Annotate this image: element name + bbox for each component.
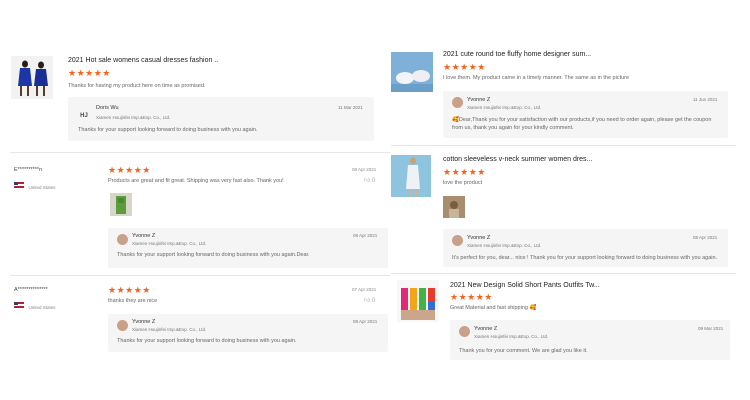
divider — [391, 273, 736, 274]
like-button[interactable]: 👍︎ 0 — [364, 296, 375, 304]
user-avatar-icon — [459, 326, 470, 337]
divider — [10, 152, 390, 153]
seller-reply: Yvonne Z Xiamen Houjinfei Imp.&Exp. Co.,… — [450, 320, 730, 360]
product-title[interactable]: cotton sleeveless v-neck summer women dr… — [443, 156, 592, 163]
review-text: love the product — [443, 180, 483, 186]
reply-text: Thanks for your support looking forward … — [78, 127, 258, 133]
reviewer-name: E**********n — [14, 167, 43, 173]
rating-stars: ★★★★★ — [108, 165, 151, 175]
reviewer-country: United States — [14, 176, 55, 194]
seller-reply: Yvonne Z Xiamen Houjinfei Imp.&Exp. Co.,… — [443, 91, 728, 138]
seller-name: Yvonne Z — [467, 235, 491, 241]
seller-reply: HJ Doris Wu Xiamen Houjinfei Imp.&Exp. C… — [68, 97, 374, 141]
product-title[interactable]: 2021 cute round toe fluffy home designer… — [443, 51, 591, 58]
thumbs-up-icon: 👍︎ — [364, 178, 371, 184]
seller-company: Xiamen Houjinfei Imp.&Exp. Co., Ltd. — [96, 115, 171, 120]
review-text: Products are great and fit great. Shippi… — [108, 178, 284, 184]
review-photo[interactable] — [443, 196, 465, 218]
rating-stars: ★★★★★ — [443, 62, 486, 72]
seller-company: Xiamen Houjinfei Imp.&Exp. Co., Ltd. — [467, 243, 542, 248]
divider — [10, 275, 390, 276]
seller-company: Xiamen Houjinfei Imp.&Exp. Co., Ltd. — [467, 105, 542, 110]
reply-text: from us, thank you again for your kindly… — [452, 125, 574, 131]
review-date: 07 Apr 2021 — [352, 287, 377, 292]
seller-name: Doris Wu — [96, 105, 119, 111]
rating-stars: ★★★★★ — [450, 292, 493, 302]
review-text: thanks they are nice — [108, 298, 158, 304]
reply-text: Thank you for your comment. We are glad … — [459, 348, 588, 354]
product-thumbnail[interactable] — [11, 56, 53, 99]
seller-reply: Yvonne Z Xiamen Houjinfei Imp.&Exp. Co.,… — [443, 229, 728, 267]
seller-company: Xiamen Houjinfei Imp.&Exp. Co., Ltd. — [132, 241, 207, 246]
user-avatar-icon — [117, 234, 128, 245]
user-avatar-icon — [452, 97, 463, 108]
product-thumbnail[interactable] — [391, 155, 431, 197]
like-button[interactable]: 👍︎ 0 — [364, 176, 375, 184]
reply-date: 11 Jun 2021 — [693, 97, 718, 102]
rating-stars: ★★★★★ — [443, 167, 486, 177]
seller-reply: Yvonne Z Xiamen Houjinfei Imp.&Exp. Co.,… — [108, 314, 388, 352]
reply-date: 08 Apr 2021 — [353, 233, 378, 238]
rating-stars: ★★★★★ — [108, 285, 151, 295]
product-thumbnail[interactable] — [397, 280, 439, 322]
divider — [391, 145, 736, 146]
review-date: 08 Apr 2021 — [352, 167, 377, 172]
review-text: Great Material and fast shipping 🥰 — [450, 305, 537, 311]
rating-stars: ★★★★★ — [68, 68, 111, 78]
user-avatar-icon — [117, 320, 128, 331]
thumbs-up-icon: 👍︎ — [364, 298, 371, 304]
reply-text: Thanks for your support looking forward … — [117, 338, 297, 344]
seller-name: Yvonne Z — [474, 326, 498, 332]
reply-text: 🥰Dear,Thank you for your satisfaction wi… — [452, 117, 712, 123]
product-title[interactable]: 2021 Hot sale womens casual dresses fash… — [68, 57, 218, 64]
us-flag-icon — [14, 181, 24, 188]
review-text: I love them. My product came in a timely… — [443, 75, 630, 81]
user-avatar-icon — [452, 235, 463, 246]
seller-name: Yvonne Z — [132, 319, 156, 325]
reply-text: Thanks for your support looking forward … — [117, 252, 310, 258]
reviewer-name: A************** — [14, 287, 48, 293]
product-title[interactable]: 2021 New Design Solid Short Pants Outfit… — [450, 282, 600, 289]
seller-name: Yvonne Z — [132, 233, 156, 239]
seller-name: Yvonne Z — [467, 97, 491, 103]
seller-avatar: HJ — [80, 113, 88, 119]
review-photo[interactable] — [110, 193, 132, 216]
reviewer-country: United States — [14, 296, 55, 314]
reply-date: 08 Apr 2021 — [353, 319, 378, 324]
seller-reply: Yvonne Z Xiamen Houjinfei Imp.&Exp. Co.,… — [108, 228, 388, 268]
reply-text: It's perfect for you, dear... nice ! Tha… — [452, 255, 718, 261]
us-flag-icon — [14, 301, 24, 308]
reply-date: 11 Mar 2021 — [338, 105, 363, 110]
seller-company: Xiamen Houjinfei Imp.&Exp. Co., Ltd. — [474, 334, 549, 339]
review-text: Thanks for having my product here on tim… — [68, 83, 206, 89]
reply-date: 08 Apr 2021 — [693, 235, 718, 240]
product-thumbnail[interactable] — [391, 52, 433, 92]
seller-company: Xiamen Houjinfei Imp.&Exp. Co., Ltd. — [132, 327, 207, 332]
reply-date: 09 Mar 2021 — [698, 326, 724, 331]
